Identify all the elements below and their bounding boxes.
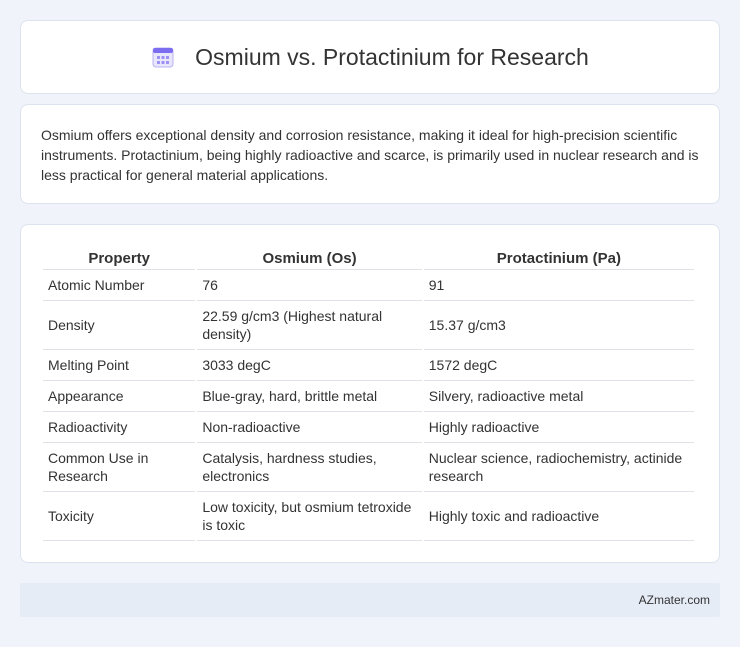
comparison-table: Property Osmium (Os) Protactinium (Pa) A… bbox=[41, 243, 696, 541]
cell-osmium: Low toxicity, but osmium tetroxide is to… bbox=[197, 492, 422, 541]
column-header-osmium: Osmium (Os) bbox=[197, 243, 422, 270]
description-text: Osmium offers exceptional density and co… bbox=[41, 127, 699, 183]
description-card: Osmium offers exceptional density and co… bbox=[20, 104, 720, 204]
cell-property: Atomic Number bbox=[43, 270, 196, 301]
cell-osmium: Catalysis, hardness studies, electronics bbox=[197, 443, 422, 492]
title-wrap: Osmium vs. Protactinium for Research bbox=[151, 44, 589, 71]
title-card: Osmium vs. Protactinium for Research bbox=[20, 20, 720, 94]
footer-brand: AZmater.com bbox=[638, 593, 710, 607]
cell-osmium: 22.59 g/cm3 (Highest natural density) bbox=[197, 301, 422, 350]
cell-protactinium: 1572 degC bbox=[423, 350, 694, 381]
cell-property: Density bbox=[43, 301, 196, 350]
table-row: Common Use in Research Catalysis, hardne… bbox=[43, 443, 694, 492]
footer-bar: AZmater.com bbox=[20, 583, 720, 617]
page-title: Osmium vs. Protactinium for Research bbox=[195, 43, 589, 70]
table-header-row: Property Osmium (Os) Protactinium (Pa) bbox=[43, 243, 694, 270]
cell-protactinium: Silvery, radioactive metal bbox=[423, 381, 694, 412]
cell-osmium: 3033 degC bbox=[197, 350, 422, 381]
cell-osmium: 76 bbox=[197, 270, 422, 301]
cell-protactinium: 91 bbox=[423, 270, 694, 301]
cell-protactinium: Highly radioactive bbox=[423, 412, 694, 443]
comparison-card: Property Osmium (Os) Protactinium (Pa) A… bbox=[20, 224, 720, 563]
cell-property: Toxicity bbox=[43, 492, 196, 541]
cell-property: Appearance bbox=[43, 381, 196, 412]
cell-protactinium: Nuclear science, radiochemistry, actinid… bbox=[423, 443, 694, 492]
calendar-icon bbox=[152, 47, 174, 68]
cell-osmium: Blue-gray, hard, brittle metal bbox=[197, 381, 422, 412]
column-header-property: Property bbox=[43, 243, 196, 270]
table-row: Density 22.59 g/cm3 (Highest natural den… bbox=[43, 301, 694, 350]
table-row: Appearance Blue-gray, hard, brittle meta… bbox=[43, 381, 694, 412]
table-row: Toxicity Low toxicity, but osmium tetrox… bbox=[43, 492, 694, 541]
cell-osmium: Non-radioactive bbox=[197, 412, 422, 443]
table-row: Melting Point 3033 degC 1572 degC bbox=[43, 350, 694, 381]
table-row: Radioactivity Non-radioactive Highly rad… bbox=[43, 412, 694, 443]
table-row: Atomic Number 76 91 bbox=[43, 270, 694, 301]
cell-property: Radioactivity bbox=[43, 412, 196, 443]
cell-property: Melting Point bbox=[43, 350, 196, 381]
cell-protactinium: Highly toxic and radioactive bbox=[423, 492, 694, 541]
column-header-protactinium: Protactinium (Pa) bbox=[423, 243, 694, 270]
cell-protactinium: 15.37 g/cm3 bbox=[423, 301, 694, 350]
cell-property: Common Use in Research bbox=[43, 443, 196, 492]
